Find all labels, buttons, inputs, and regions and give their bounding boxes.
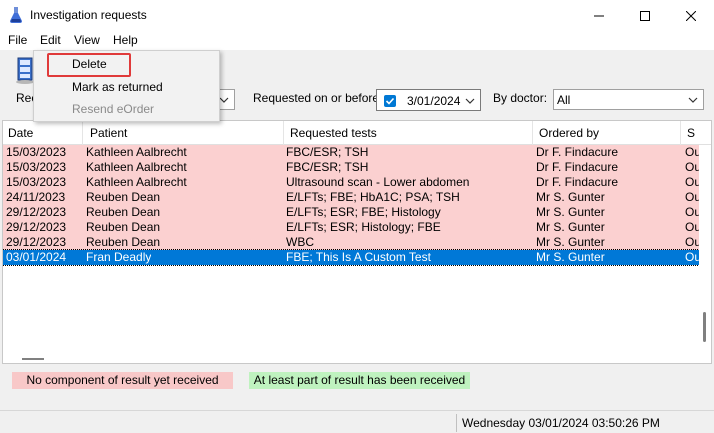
legend-part-received: At least part of result has been receive…	[249, 372, 470, 389]
horizontal-scrollbar[interactable]	[3, 351, 711, 363]
table-row[interactable]: 29/12/2023 Reuben Dean E/LFTs; ESR; Histol…	[3, 220, 701, 235]
doctor-label: By doctor:	[493, 91, 548, 105]
close-button[interactable]	[668, 0, 714, 31]
cell-patient: Reuben Dean	[86, 220, 161, 234]
table-row[interactable]: 29/12/2023 Reuben Dean E/LFTs; ESR; FBE; H…	[3, 205, 701, 220]
cell-date: 03/01/2024	[6, 250, 67, 264]
menu-help[interactable]: Help	[111, 33, 140, 47]
cell-tests: E/LFTs; FBE; HbA1C; PSA; TSH	[286, 190, 460, 204]
cell-ordered-by: Dr F. Findacure	[536, 160, 619, 174]
table-row[interactable]: 15/03/2023 Kathleen Aalbrecht FBC/ESR; TSH…	[3, 160, 701, 175]
minimize-icon	[594, 15, 604, 16]
requested-date-value: 3/01/2024	[407, 94, 461, 108]
cell-ordered-by: Mr S. Gunter	[536, 205, 605, 219]
vertical-scroll-thumb[interactable]	[703, 312, 706, 342]
checkmark-icon	[385, 97, 395, 105]
cell-patient: Reuben Dean	[86, 205, 161, 219]
column-header-tests[interactable]: Requested tests	[284, 121, 533, 145]
cell-date: 15/03/2023	[6, 175, 67, 189]
menu-item-mark-returned[interactable]: Mark as returned	[72, 80, 163, 94]
list-header: Date Patient Requested tests Ordered by …	[3, 121, 711, 145]
cell-tests: FBC/ESR; TSH	[286, 160, 369, 174]
cell-ordered-by: Mr S. Gunter	[536, 220, 605, 234]
cell-tests: FBC/ESR; TSH	[286, 145, 369, 159]
cell-date: 29/12/2023	[6, 235, 67, 249]
menu-view[interactable]: View	[72, 33, 102, 47]
column-header-status[interactable]: S	[681, 121, 711, 145]
chevron-down-icon	[465, 98, 475, 104]
window-title: Investigation requests	[30, 8, 147, 22]
menu-item-resend-eorder: Resend eOrder	[72, 102, 155, 116]
menu-item-delete[interactable]: Delete	[72, 57, 107, 71]
cell-ordered-by: Mr S. Gunter	[536, 235, 605, 249]
maximize-icon	[640, 10, 650, 21]
cell-date: 15/03/2023	[6, 160, 67, 174]
title-bar: Investigation requests	[0, 0, 714, 31]
horizontal-scroll-thumb[interactable]	[22, 358, 44, 360]
cell-ordered-by: Dr F. Findacure	[536, 175, 619, 189]
doctor-select[interactable]: All	[553, 89, 704, 110]
requested-date-picker[interactable]: 3/01/2024	[376, 89, 481, 111]
table-row[interactable]: 24/11/2023 Reuben Dean E/LFTs; FBE; HbA1C;…	[3, 190, 701, 205]
cell-patient: Kathleen Aalbrecht	[86, 145, 187, 159]
vertical-scrollbar[interactable]	[699, 145, 711, 351]
cell-tests: FBE; This Is A Custom Test	[286, 250, 431, 264]
status-datetime: Wednesday 03/01/2024 03:50:26 PM	[462, 416, 660, 430]
legend-none-received: No component of result yet received	[12, 372, 233, 389]
doctor-select-value: All	[557, 92, 571, 107]
status-bar: Wednesday 03/01/2024 03:50:26 PM	[0, 410, 714, 433]
table-row[interactable]: 03/01/2024 Fran Deadly FBE; This Is A Cust…	[3, 249, 701, 266]
cell-date: 15/03/2023	[6, 145, 67, 159]
menu-bar: File Edit View Help	[0, 31, 714, 50]
column-header-date[interactable]: Date	[3, 121, 83, 145]
cell-tests: E/LFTs; ESR; FBE; Histology	[286, 205, 441, 219]
cell-ordered-by: Mr S. Gunter	[536, 250, 605, 264]
requested-label: Requested on or before:	[253, 91, 383, 105]
requests-list[interactable]: Date Patient Requested tests Ordered by …	[2, 120, 712, 364]
cell-tests: E/LFTs; ESR; Histology; FBE	[286, 220, 441, 234]
edit-menu-dropdown: Delete Mark as returned Resend eOrder	[33, 50, 220, 122]
cell-ordered-by: Dr F. Findacure	[536, 145, 619, 159]
cell-date: 24/11/2023	[6, 190, 66, 204]
close-icon	[686, 10, 696, 21]
cell-tests: WBC	[286, 235, 314, 249]
chevron-down-icon	[688, 97, 698, 103]
cell-date: 29/12/2023	[6, 205, 67, 219]
table-row[interactable]: 15/03/2023 Kathleen Aalbrecht FBC/ESR; TSH…	[3, 145, 701, 160]
menu-edit[interactable]: Edit	[38, 33, 63, 47]
column-header-patient[interactable]: Patient	[83, 121, 284, 145]
cell-patient: Reuben Dean	[86, 235, 161, 249]
column-header-ordered-by[interactable]: Ordered by	[533, 121, 681, 145]
minimize-button[interactable]	[576, 0, 622, 31]
cell-tests: Ultrasound scan - Lower abdomen	[286, 175, 470, 189]
menu-file[interactable]: File	[6, 33, 29, 47]
cell-patient: Reuben Dean	[86, 190, 161, 204]
status-separator	[456, 414, 457, 432]
cell-patient: Kathleen Aalbrecht	[86, 160, 187, 174]
table-row[interactable]: 29/12/2023 Reuben Dean WBC Mr S. Gunter Ou	[3, 235, 701, 250]
cell-ordered-by: Mr S. Gunter	[536, 190, 605, 204]
flask-icon	[10, 7, 22, 23]
maximize-button[interactable]	[622, 0, 668, 31]
cell-patient: Fran Deadly	[86, 250, 152, 264]
cell-patient: Kathleen Aalbrecht	[86, 175, 187, 189]
cell-date: 29/12/2023	[6, 220, 67, 234]
requested-checkbox[interactable]	[384, 95, 396, 107]
table-row[interactable]: 15/03/2023 Kathleen Aalbrecht Ultrasound s…	[3, 175, 701, 190]
